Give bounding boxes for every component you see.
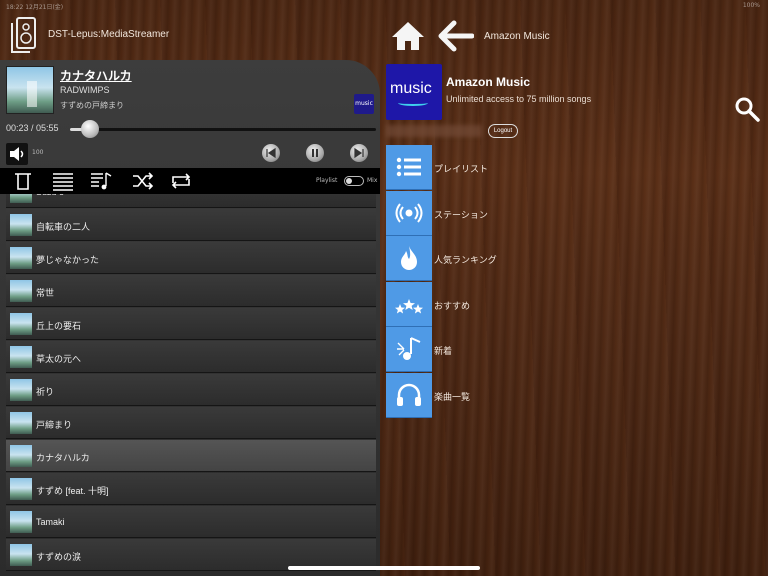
next-icon xyxy=(354,148,364,158)
radio-icon xyxy=(395,203,423,223)
menu-label-recommend[interactable]: おすすめ xyxy=(434,299,470,312)
seek-slider[interactable] xyxy=(70,120,376,138)
track-album-art xyxy=(10,346,32,368)
back-arrow-icon[interactable] xyxy=(438,20,475,52)
mix-label: Mix xyxy=(367,177,378,184)
menu-tile-new[interactable] xyxy=(386,327,432,372)
track-row[interactable]: 夢じゃなかった xyxy=(6,242,376,274)
trash-icon[interactable] xyxy=(12,171,34,191)
home-indicator[interactable] xyxy=(288,566,480,570)
track-title: Tamaki xyxy=(36,517,65,527)
track-album-art xyxy=(10,478,32,500)
queue-track-list[interactable]: Suzu e 自転車の二人夢じゃなかった常世丘上の要石草太の元へ祈り戸締まりカナタ… xyxy=(0,194,380,576)
track-row[interactable]: すずめ [feat. 十明] xyxy=(6,473,376,505)
pause-button[interactable] xyxy=(306,144,324,162)
track-row[interactable]: 丘上の要石 xyxy=(6,308,376,340)
track-album-art xyxy=(10,313,32,335)
playlist-mix-toggle[interactable] xyxy=(344,176,364,186)
nav-title: Amazon Music xyxy=(484,31,550,42)
playlist-music-icon[interactable] xyxy=(90,171,112,191)
status-bar: 18:22 12月21日(金) 100% xyxy=(0,0,768,12)
now-playing-artist: RADWIMPS xyxy=(60,85,110,95)
track-album-art xyxy=(10,379,32,401)
menu-tile-playlist[interactable] xyxy=(386,145,432,190)
menu-tile-ranking[interactable] xyxy=(386,236,432,281)
track-album-art xyxy=(10,194,32,203)
amazon-music-logo: music xyxy=(386,64,442,120)
menu-tile-songs[interactable] xyxy=(386,373,432,418)
new-music-icon xyxy=(397,337,421,360)
menu-tile-station[interactable] xyxy=(386,191,432,236)
track-album-art xyxy=(10,280,32,302)
home-icon[interactable] xyxy=(390,20,426,52)
track-row[interactable]: 草太の元へ xyxy=(6,341,376,373)
track-row[interactable]: 常世 xyxy=(6,275,376,307)
next-button[interactable] xyxy=(350,144,368,162)
fire-icon xyxy=(401,246,417,270)
track-row[interactable]: 祈り xyxy=(6,374,376,406)
track-row[interactable]: Tamaki xyxy=(6,506,376,538)
track-album-art xyxy=(10,247,32,269)
status-battery: 100% xyxy=(742,2,760,9)
track-row[interactable]: Suzu e xyxy=(6,194,376,208)
now-playing-album: すずめの戸締まり xyxy=(60,101,124,110)
track-album-art xyxy=(10,445,32,467)
amazon-smile-icon xyxy=(398,100,428,106)
track-title: Suzu e xyxy=(36,194,64,197)
menu-label-ranking[interactable]: 人気ランキング xyxy=(434,253,497,266)
queue-list-icon[interactable] xyxy=(52,171,74,191)
track-title: 戸締まり xyxy=(36,420,73,430)
menu-label-playlist[interactable]: プレイリスト xyxy=(434,162,488,175)
track-title: 常世 xyxy=(36,288,55,298)
search-icon[interactable] xyxy=(734,96,760,122)
track-title: 丘上の要石 xyxy=(36,321,82,331)
track-title: 祈り xyxy=(36,387,55,397)
track-album-art xyxy=(10,214,32,236)
speaker-device-icon[interactable] xyxy=(10,17,36,53)
now-playing-album-art[interactable] xyxy=(6,66,54,114)
track-row[interactable]: 戸締まり xyxy=(6,407,376,439)
track-title: すずめの涙 xyxy=(36,552,82,562)
now-playing-title[interactable]: カナタハルカ xyxy=(60,67,132,84)
track-title: すずめ [feat. 十明] xyxy=(36,486,109,496)
menu-tile-recommend[interactable] xyxy=(386,282,432,327)
status-time: 18:22 12月21日(金) xyxy=(6,4,64,11)
shuffle-icon[interactable] xyxy=(132,171,154,191)
previous-icon xyxy=(266,148,276,158)
previous-button[interactable] xyxy=(262,144,280,162)
logout-button[interactable]: Logout xyxy=(488,124,518,138)
current-track-row[interactable]: カナタハルカ xyxy=(6,440,376,472)
amazon-music-badge-icon: music xyxy=(354,94,374,114)
track-album-art xyxy=(10,544,32,566)
amazon-music-logo-text: music xyxy=(390,80,432,97)
headphones-icon xyxy=(397,383,421,406)
service-subtitle: Unlimited access to 75 million songs xyxy=(446,94,592,104)
menu-label-new[interactable]: 新着 xyxy=(434,344,452,357)
volume-value: 100 xyxy=(32,149,44,156)
track-title: カナタハルカ xyxy=(36,453,90,463)
stars-icon xyxy=(395,299,423,314)
playback-time: 00:23 / 05:55 xyxy=(6,123,59,133)
list-icon xyxy=(396,157,421,177)
playlist-label: Playlist xyxy=(316,177,338,184)
repeat-icon[interactable] xyxy=(170,171,192,191)
device-name[interactable]: DST-Lepus:MediaStreamer xyxy=(48,29,169,40)
track-row[interactable]: 自転車の二人 xyxy=(6,209,376,241)
track-album-art xyxy=(10,412,32,434)
account-name-redacted xyxy=(386,125,482,137)
track-album-art xyxy=(10,511,32,533)
track-title: 夢じゃなかった xyxy=(36,255,100,265)
track-title: 自転車の二人 xyxy=(36,222,91,232)
queue-toolbar: Playlist Mix xyxy=(0,168,380,194)
player-panel: カナタハルカ RADWIMPS すずめの戸締まり music 00:23 / 0… xyxy=(0,60,380,576)
seek-knob[interactable] xyxy=(80,120,99,138)
menu-label-songs[interactable]: 楽曲一覧 xyxy=(434,390,470,403)
service-title: Amazon Music xyxy=(446,75,531,89)
volume-icon[interactable] xyxy=(6,143,28,165)
track-title: 草太の元へ xyxy=(36,354,82,364)
pause-icon xyxy=(312,149,318,157)
menu-label-station[interactable]: ステーション xyxy=(434,208,488,221)
